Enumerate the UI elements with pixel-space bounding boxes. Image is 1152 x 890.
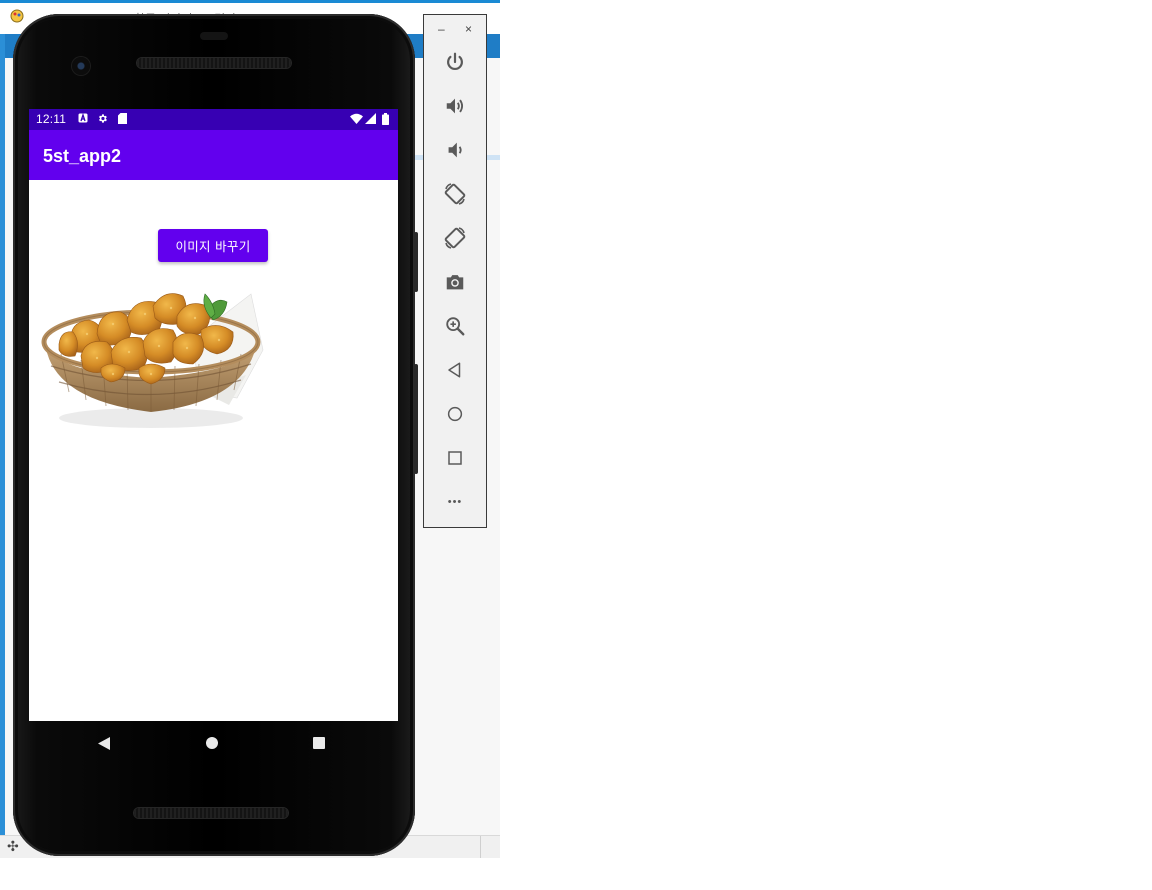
wifi-icon [350, 113, 363, 124]
volume-up-icon [446, 98, 464, 114]
emulator-back-button[interactable] [440, 355, 470, 385]
power-button[interactable] [440, 47, 470, 77]
volume-down-button[interactable] [440, 135, 470, 165]
phone-side-button [414, 232, 418, 292]
settings-gear-icon [99, 114, 107, 123]
phone-frame: 12:11 5st_app2 이미지 바꾸기 [13, 14, 418, 856]
minimize-button[interactable]: – [438, 22, 445, 36]
screenshot-button[interactable] [440, 267, 470, 297]
cell-signal-icon [365, 113, 376, 124]
move-icon: ✣ [7, 838, 19, 854]
phone-top-slot [200, 32, 228, 40]
home-circle-icon [447, 406, 463, 422]
rotate-right-button[interactable] [440, 223, 470, 253]
phone-screen: 12:11 5st_app2 이미지 바꾸기 [29, 109, 398, 721]
zoom-button[interactable] [440, 311, 470, 341]
bottom-speaker [134, 808, 288, 818]
rotate-left-icon [444, 183, 466, 205]
rotate-left-button[interactable] [440, 179, 470, 209]
paint-app-icon [10, 9, 24, 23]
zoom-in-icon [446, 317, 465, 336]
overview-square-icon [448, 451, 462, 465]
sd-card-icon [118, 113, 127, 124]
rotate-right-icon [444, 227, 466, 249]
volume-up-button[interactable] [440, 91, 470, 121]
host-status-separator [480, 836, 481, 858]
volume-down-icon [448, 142, 462, 158]
android-status-bar: 12:11 [29, 109, 398, 130]
app-title: 5st_app2 [43, 146, 122, 166]
battery-icon [382, 113, 389, 125]
more-button[interactable]: ••• [440, 487, 470, 517]
notification-a-icon [78, 113, 88, 123]
earpiece-speaker [137, 58, 291, 68]
app-content: 이미지 바꾸기 [29, 180, 398, 721]
app-bar: 5st_app2 [29, 130, 398, 180]
nav-recents-icon[interactable] [313, 737, 325, 749]
nav-back-icon[interactable] [98, 737, 110, 750]
fried-chicken-image [41, 293, 264, 428]
power-icon [447, 52, 463, 71]
emulator-overview-button[interactable] [440, 443, 470, 473]
change-image-button[interactable]: 이미지 바꾸기 [158, 229, 268, 262]
status-time: 12:11 [36, 112, 67, 126]
android-nav-bar [29, 721, 398, 765]
close-button[interactable]: × [465, 22, 472, 36]
emulator-toolbar: – × ••• [423, 14, 487, 528]
emulator-home-button[interactable] [440, 399, 470, 429]
more-dots-icon: ••• [447, 496, 463, 508]
nav-home-icon[interactable] [206, 737, 218, 749]
front-camera-icon [72, 57, 90, 75]
back-triangle-icon [448, 362, 461, 378]
camera-icon [446, 275, 464, 290]
phone-volume-rocker [414, 364, 418, 474]
